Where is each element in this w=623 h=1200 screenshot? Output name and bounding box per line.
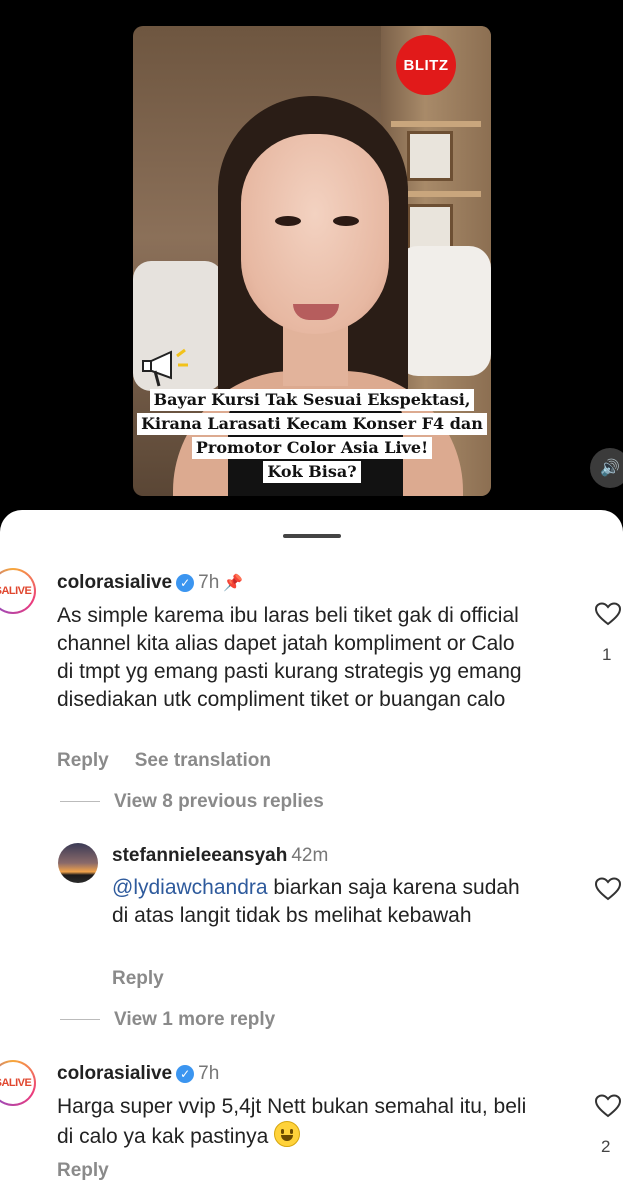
divider-line bbox=[60, 801, 100, 803]
mention-link[interactable]: @lydiawchandra bbox=[112, 876, 268, 899]
person-eye bbox=[333, 216, 359, 226]
username[interactable]: colorasialive bbox=[57, 1063, 172, 1084]
drag-handle[interactable] bbox=[283, 534, 341, 538]
view-replies-button[interactable]: View 8 previous replies bbox=[60, 791, 324, 813]
verified-icon: ✓ bbox=[176, 574, 195, 592]
headline-line: Promotor Color Asia Live! bbox=[191, 437, 433, 459]
comment-text: Harga super vvip 5,4jt Nett bukan semaha… bbox=[57, 1093, 547, 1151]
blitz-logo: BLITZ bbox=[396, 35, 456, 95]
headline-line: Kirana Larasati Kecam Konser F4 dan bbox=[137, 413, 487, 435]
video-headline: Bayar Kursi Tak Sesuai Ekspektasi, Kiran… bbox=[133, 388, 491, 484]
see-translation-button[interactable]: See translation bbox=[135, 750, 271, 771]
view-replies-label: View 8 previous replies bbox=[114, 791, 324, 812]
timestamp: 7h bbox=[198, 572, 220, 593]
divider-line bbox=[60, 1019, 100, 1021]
heart-icon[interactable] bbox=[595, 602, 621, 626]
comments-sheet: SALIVE colorasialive✓7h📌 As simple karem… bbox=[0, 510, 623, 1200]
comment-header: colorasialive ✓ 7h 📌 bbox=[57, 572, 243, 594]
comment-header: colorasialive ✓ 7h bbox=[57, 1063, 219, 1085]
avatar[interactable]: SALIVE bbox=[0, 568, 36, 614]
reply-button[interactable]: Reply bbox=[57, 750, 109, 771]
shelf bbox=[391, 121, 481, 127]
wall-frame bbox=[407, 131, 453, 181]
video-thumbnail[interactable]: BLITZ Bayar Kursi Tak Sesuai Ekspektasi,… bbox=[133, 26, 491, 496]
like-count: 2 bbox=[601, 1137, 611, 1156]
person-eye bbox=[275, 216, 301, 226]
video-player[interactable]: BLITZ Bayar Kursi Tak Sesuai Ekspektasi,… bbox=[0, 0, 623, 515]
heart-icon[interactable] bbox=[595, 877, 621, 901]
username[interactable]: colorasialive bbox=[57, 572, 172, 593]
comment-actions: Reply See translation bbox=[57, 750, 297, 772]
person-neck bbox=[283, 326, 348, 386]
avatar[interactable]: SALIVE bbox=[0, 1060, 36, 1106]
like-count: 1 bbox=[602, 645, 612, 664]
megaphone-icon bbox=[142, 348, 188, 387]
comment-actions: Reply bbox=[112, 968, 190, 990]
timestamp: 42m bbox=[291, 845, 329, 866]
speaker-icon[interactable]: 🔊 bbox=[590, 448, 623, 488]
comment-header: stefannieleeansyah 42m bbox=[112, 845, 328, 867]
view-replies-label: View 1 more reply bbox=[114, 1009, 276, 1030]
verified-icon: ✓ bbox=[176, 1065, 195, 1083]
timestamp: 7h bbox=[198, 1063, 220, 1084]
avatar-logo: SALIVE bbox=[0, 1062, 34, 1104]
pin-icon: 📌 bbox=[223, 575, 244, 592]
pillow bbox=[396, 246, 491, 376]
avatar[interactable] bbox=[58, 843, 98, 883]
comment-text: As simple karema ibu laras beli tiket ga… bbox=[57, 604, 522, 711]
comment-text: @lydiawchandra biarkan saja karena sudah… bbox=[112, 874, 532, 930]
headline-line: Bayar Kursi Tak Sesuai Ekspektasi, bbox=[149, 389, 475, 411]
headline-line: Kok Bisa? bbox=[263, 461, 361, 483]
username[interactable]: stefannieleeansyah bbox=[112, 845, 287, 866]
smiley-emoji-icon bbox=[274, 1121, 301, 1147]
reply-button[interactable]: Reply bbox=[57, 1160, 109, 1181]
avatar-logo: SALIVE bbox=[0, 570, 34, 612]
comment-actions: Reply bbox=[57, 1160, 135, 1182]
heart-icon[interactable] bbox=[595, 1094, 621, 1118]
reply-button[interactable]: Reply bbox=[112, 968, 164, 989]
view-more-replies-button[interactable]: View 1 more reply bbox=[60, 1009, 275, 1031]
